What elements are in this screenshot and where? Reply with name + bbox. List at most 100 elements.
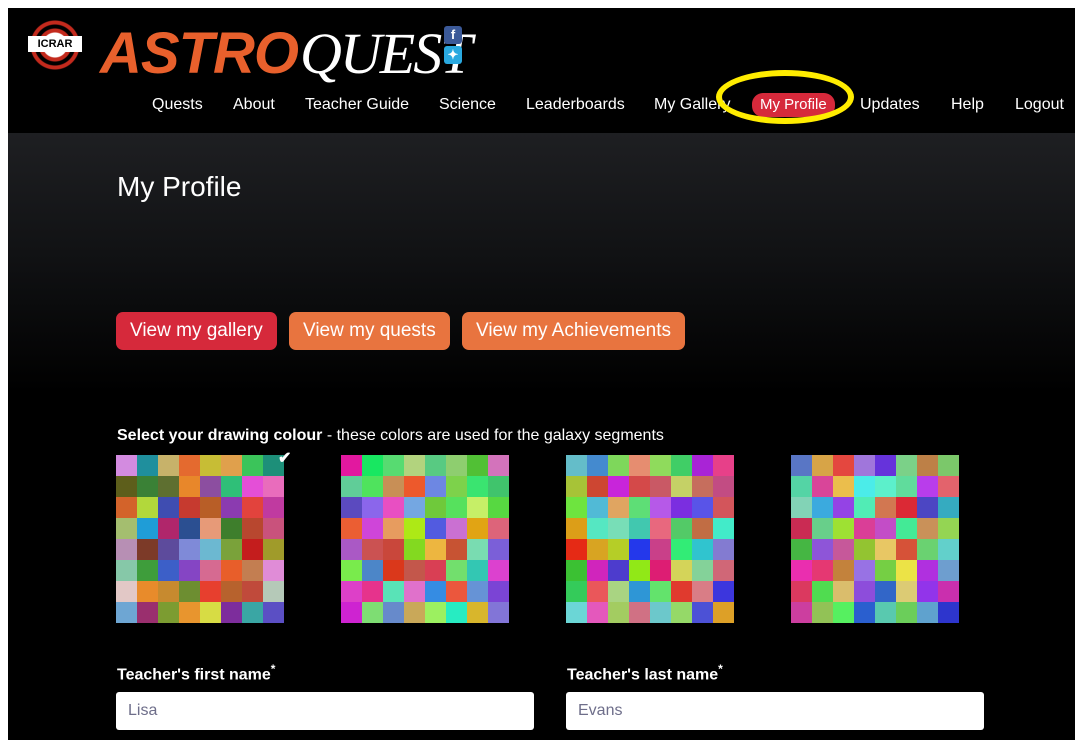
colour-tile [875,455,896,476]
colour-tile [713,476,734,497]
colour-tile [425,581,446,602]
colour-tile [650,581,671,602]
colour-tile [629,455,650,476]
nav-quests[interactable]: Quests [152,94,203,116]
icrar-logo[interactable]: ICRAR [28,18,82,72]
view-achievements-button[interactable]: View my Achievements [462,312,686,350]
colour-tile [938,560,959,581]
colour-tile [383,497,404,518]
colour-tile [713,581,734,602]
colour-tile [179,518,200,539]
colour-palette-1[interactable] [116,455,284,623]
colour-tile [608,581,629,602]
first-name-field[interactable]: Lisa [116,692,534,730]
nav-updates[interactable]: Updates [860,94,920,116]
astroquest-logo[interactable]: ASTRO QUEST [100,14,472,84]
nav-about[interactable]: About [233,94,275,116]
colour-tile [341,518,362,539]
facebook-icon[interactable]: f [444,26,462,44]
colour-tile [875,476,896,497]
nav-my-gallery[interactable]: My Gallery [654,94,730,116]
colour-tile [566,497,587,518]
colour-tile [791,602,812,623]
colour-tile [404,518,425,539]
colour-tile [446,497,467,518]
colour-tile [587,518,608,539]
colour-tile [137,518,158,539]
colour-tile [383,539,404,560]
colour-tile [341,602,362,623]
colour-tile [158,602,179,623]
colour-tile [875,497,896,518]
colour-tile [446,581,467,602]
colour-tile [875,602,896,623]
colour-tile [608,518,629,539]
colour-tile [629,539,650,560]
icrar-logo-text: ICRAR [28,36,82,52]
colour-tile [221,518,242,539]
colour-tile [158,539,179,560]
colour-tile [896,497,917,518]
colour-tile [467,560,488,581]
colour-tile [587,539,608,560]
colour-tile [629,602,650,623]
colour-tile [671,476,692,497]
view-gallery-button[interactable]: View my gallery [116,312,277,350]
view-quests-button[interactable]: View my quests [289,312,450,350]
colour-tile [854,476,875,497]
colour-tile [179,602,200,623]
nav-my-profile[interactable]: My Profile [752,93,835,117]
colour-tile [383,602,404,623]
nav-leaderboards[interactable]: Leaderboards [526,94,625,116]
colour-tile [362,560,383,581]
colour-tile [812,560,833,581]
colour-tile [713,518,734,539]
colour-tile [116,455,137,476]
nav-logout[interactable]: Logout [1015,94,1064,116]
colour-palette-4[interactable] [791,455,959,623]
nav-help[interactable]: Help [951,94,984,116]
colour-tile [200,539,221,560]
colour-tile [137,497,158,518]
colour-tile [629,518,650,539]
colour-tile [341,497,362,518]
last-name-field[interactable]: Evans [566,692,984,730]
colour-tile [566,476,587,497]
colour-tile [242,539,263,560]
colour-tile [812,497,833,518]
colour-tile [833,560,854,581]
first-name-label: Teacher's first name* [117,662,275,684]
colour-tile [467,497,488,518]
colour-tile [362,581,383,602]
colour-tile [446,560,467,581]
colour-tile [488,539,509,560]
colour-tile [158,560,179,581]
colour-tile [221,581,242,602]
colour-tile [896,539,917,560]
colour-tile [854,455,875,476]
colour-tile [833,602,854,623]
nav-science[interactable]: Science [439,94,496,116]
colour-palette-3[interactable] [566,455,734,623]
colour-tile [833,539,854,560]
colour-palette-2[interactable] [341,455,509,623]
colour-tile [221,560,242,581]
colour-tile [896,476,917,497]
colour-tile [221,539,242,560]
colour-tile [404,602,425,623]
colour-tile [383,560,404,581]
colour-tile [854,539,875,560]
colour-tile [116,518,137,539]
colour-tile [362,455,383,476]
nav-teacher-guide[interactable]: Teacher Guide [305,94,409,116]
colour-tile [854,581,875,602]
colour-tile [791,518,812,539]
colour-tile [938,539,959,560]
drawing-colour-label-bold: Select your drawing colour [117,427,323,444]
twitter-icon[interactable]: ✦ [444,46,462,64]
selected-check-icon: ✔ [278,450,292,467]
social-links: f ✦ [444,26,462,66]
colour-tile [833,581,854,602]
colour-tile [629,497,650,518]
required-marker: * [270,662,276,676]
